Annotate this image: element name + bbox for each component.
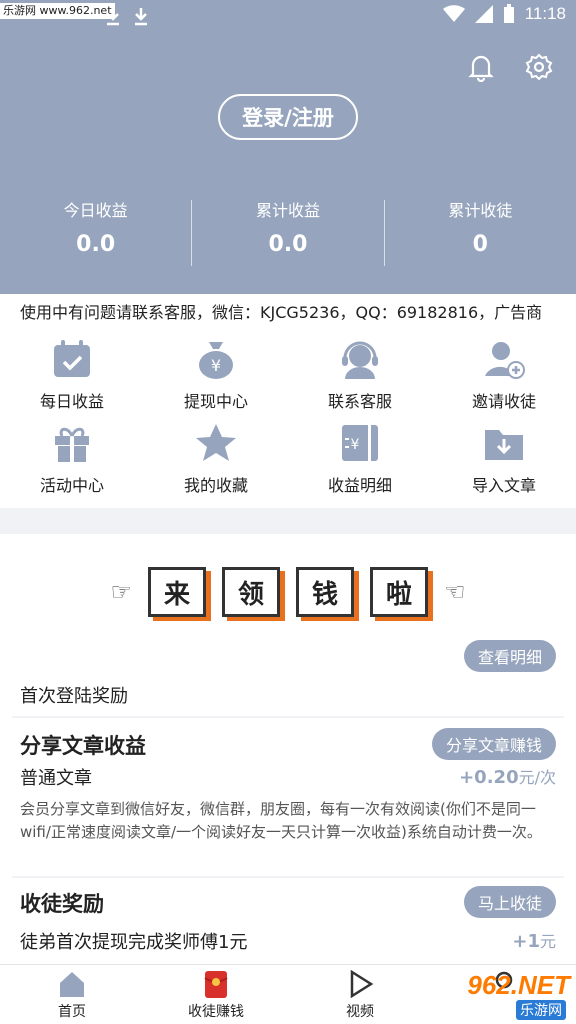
banner-char-tile: 钱 xyxy=(296,567,354,617)
banner-char-tile: 来 xyxy=(148,567,206,617)
download-icon xyxy=(107,8,119,26)
notice-marquee: 使用中有问题请联系客服，微信：KJCG5236，QQ：69182816，广告商 xyxy=(20,303,543,322)
header: 乐游网 www.962.net 11:18 登录/注册 今日收益 0.0 累计收… xyxy=(0,0,576,294)
grid-item-daily-earnings[interactable]: 每日收益 xyxy=(0,338,144,422)
tab-label: 首页 xyxy=(58,1004,86,1020)
bill-icon: ¥ xyxy=(342,425,378,461)
rewards-section: ☞ 来 领 钱 啦 ☜ 查看明细 首次登陆奖励 分享文章收益 分享文章赚钱 普通… xyxy=(0,534,576,964)
add-user-icon xyxy=(485,342,525,379)
apprentice-amount-value: +1 xyxy=(512,931,540,952)
come-get-money-banner: ☞ 来 领 钱 啦 ☜ xyxy=(104,562,472,622)
banner-char-tile: 领 xyxy=(222,567,280,617)
apprentice-section-title: 收徒奖励 xyxy=(20,892,104,916)
calendar-check-icon xyxy=(54,340,90,377)
wifi-icon xyxy=(442,5,465,22)
grid-item-label: 邀请收徒 xyxy=(471,392,536,411)
grid-item-label: 提现中心 xyxy=(183,392,248,411)
stat-today-earnings: 今日收益 0.0 xyxy=(0,200,193,266)
view-detail-button[interactable]: 查看明细 xyxy=(463,640,556,672)
stat-label: 累计收徒 xyxy=(448,201,513,220)
download-icon xyxy=(135,8,147,26)
stats-row: 今日收益 0.0 累计收益 0.0 累计收徒 0 xyxy=(0,200,576,266)
stat-value: 0.0 xyxy=(268,232,308,257)
apprentice-amount: +1元 xyxy=(512,928,556,952)
watermark-text: 乐游网 www.962.net xyxy=(0,3,115,19)
share-amount: +0.20元/次 xyxy=(459,764,556,788)
status-bar: 乐游网 www.962.net 11:18 xyxy=(0,0,576,32)
grid-item-earnings-detail[interactable]: ¥ 收益明细 xyxy=(288,422,432,506)
bell-icon[interactable] xyxy=(466,52,496,82)
svg-text:¥: ¥ xyxy=(211,356,221,375)
grid-item-label: 导入文章 xyxy=(471,476,536,495)
share-description: 会员分享文章到微信好友，微信群，朋友圈，每有一次有效阅读(你们不是同一wifi/… xyxy=(20,800,542,841)
battery-icon xyxy=(503,4,514,23)
signal-icon xyxy=(474,5,493,23)
tab-home[interactable]: 首页 xyxy=(0,965,144,1024)
tab-video[interactable]: 视频 xyxy=(288,965,432,1024)
gear-icon[interactable] xyxy=(524,52,554,82)
grid-item-invite[interactable]: 邀请收徒 xyxy=(432,338,576,422)
divider xyxy=(12,876,564,878)
grid-item-favorites[interactable]: 我的收藏 xyxy=(144,422,288,506)
svg-text:¥: ¥ xyxy=(351,437,360,453)
play-icon xyxy=(350,969,374,999)
action-grid: 每日收益 ¥ 提现中心 联系客服 邀请收徒 活动中心 我的收藏 ¥ 收益明细 导… xyxy=(0,338,576,506)
headset-icon xyxy=(342,341,378,379)
apprentice-item-label: 徒弟首次提现完成奖师傅1元 xyxy=(20,932,248,953)
stat-value: 0.0 xyxy=(76,232,116,257)
tab-recruit-earn[interactable]: 收徒赚钱 xyxy=(144,965,288,1024)
tab-label: 收徒赚钱 xyxy=(188,1004,244,1020)
stat-total-earnings: 累计收益 0.0 xyxy=(192,200,385,266)
watermark-sub: 乐游网 xyxy=(516,1000,566,1020)
money-bag-icon: ¥ xyxy=(199,342,233,379)
red-envelope-icon xyxy=(204,971,228,998)
stat-total-apprentices: 累计收徒 0 xyxy=(385,200,576,266)
grid-item-label: 我的收藏 xyxy=(183,476,248,495)
stat-value: 0 xyxy=(472,232,488,257)
watermark-logo: 962.NET xyxy=(467,970,570,1000)
pointing-hand-right-icon: ☞ xyxy=(110,578,132,606)
login-register-button[interactable]: 登录/注册 xyxy=(218,94,358,140)
recruit-now-button[interactable]: 马上收徒 xyxy=(463,886,556,918)
status-notification-icons xyxy=(104,6,150,26)
grid-item-activity[interactable]: 活动中心 xyxy=(0,422,144,506)
import-folder-icon xyxy=(485,430,523,460)
share-item-label: 普通文章 xyxy=(20,768,92,789)
share-article-earn-button[interactable]: 分享文章赚钱 xyxy=(431,728,556,760)
star-icon xyxy=(196,424,236,461)
gift-icon xyxy=(55,427,89,462)
apprentice-amount-unit: 元 xyxy=(539,932,556,951)
grid-item-label: 活动中心 xyxy=(39,476,104,495)
share-amount-unit: 元/次 xyxy=(518,768,556,787)
stat-label: 累计收益 xyxy=(255,201,320,220)
stat-label: 今日收益 xyxy=(63,201,128,220)
grid-item-label: 联系客服 xyxy=(327,392,392,411)
tab-label: 视频 xyxy=(346,1004,374,1020)
grid-item-import-article[interactable]: 导入文章 xyxy=(432,422,576,506)
status-time: 11:18 xyxy=(524,4,566,23)
pointing-hand-left-icon: ☜ xyxy=(444,578,466,606)
grid-item-customer-service[interactable]: 联系客服 xyxy=(288,338,432,422)
quick-actions-panel: 使用中有问题请联系客服，微信：KJCG5236，QQ：69182816，广告商 … xyxy=(0,294,576,508)
divider xyxy=(12,716,564,718)
grid-item-label: 收益明细 xyxy=(327,476,392,495)
grid-item-withdraw[interactable]: ¥ 提现中心 xyxy=(144,338,288,422)
first-login-reward: 首次登陆奖励 xyxy=(20,686,128,707)
grid-item-label: 每日收益 xyxy=(39,392,104,411)
banner-char-tile: 啦 xyxy=(370,567,428,617)
home-icon xyxy=(60,972,84,997)
share-amount-value: +0.20 xyxy=(459,767,519,788)
status-right: 11:18 xyxy=(442,4,566,24)
share-section-title: 分享文章收益 xyxy=(20,734,146,758)
